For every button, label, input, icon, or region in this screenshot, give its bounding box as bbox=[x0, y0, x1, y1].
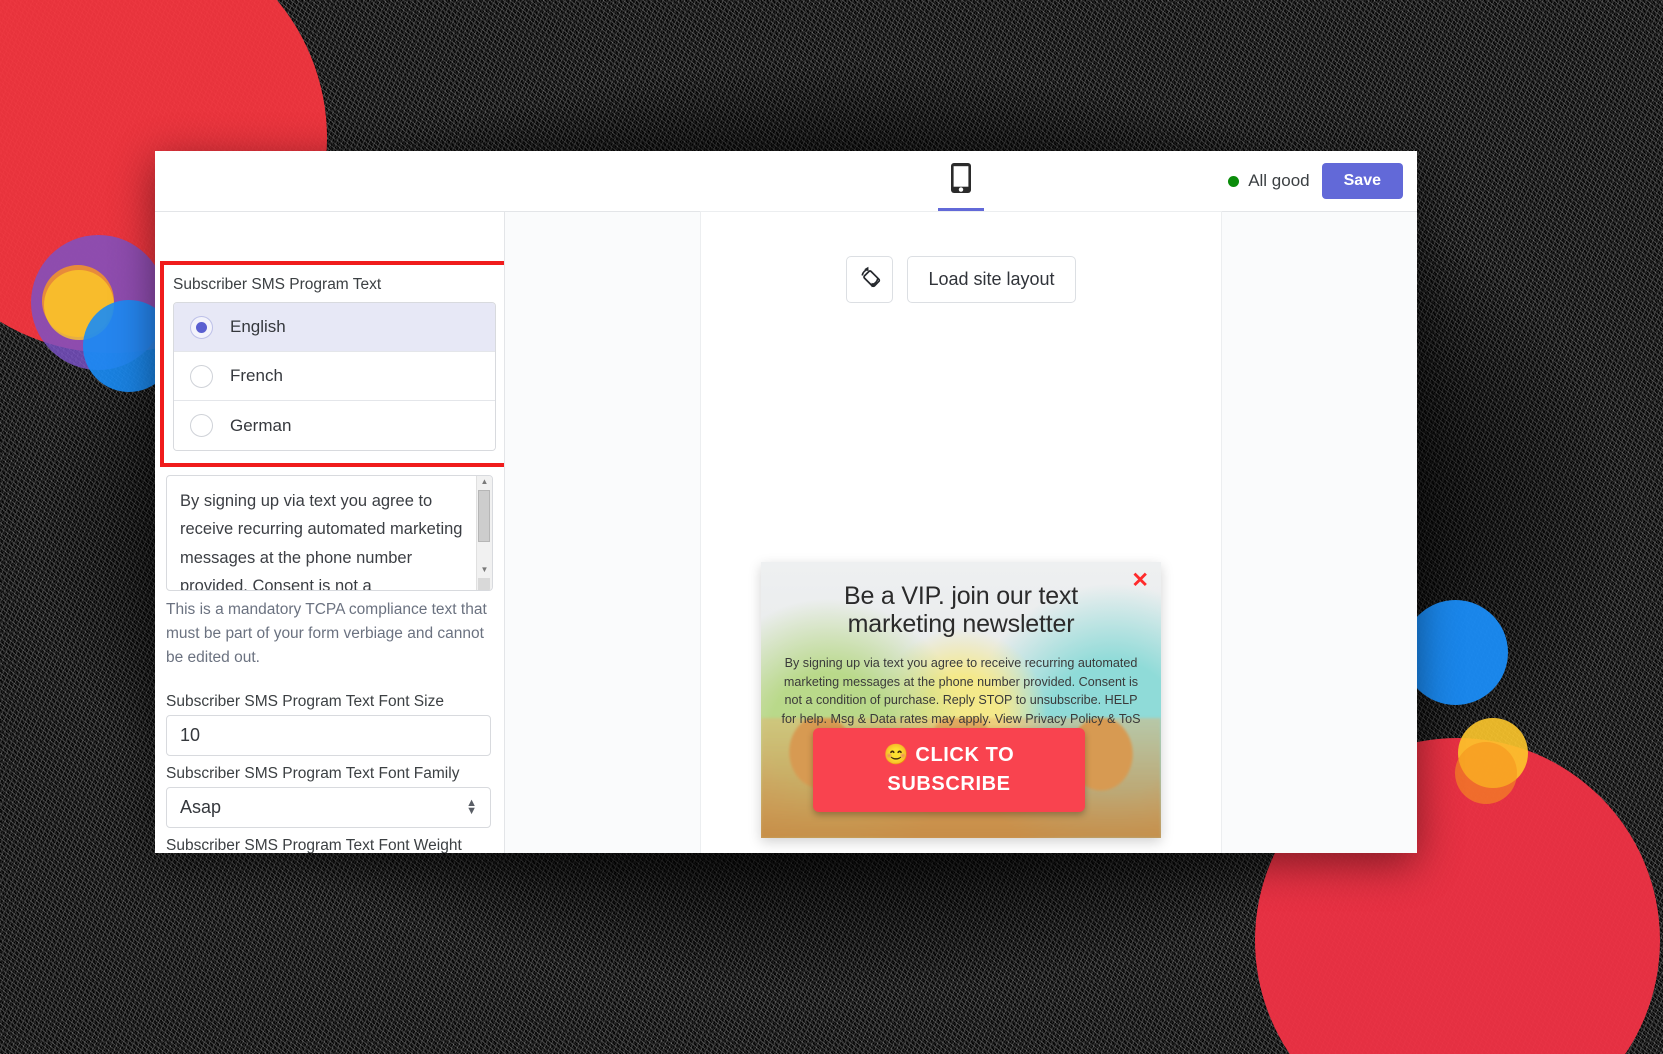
radio-option-german[interactable]: German bbox=[174, 401, 495, 451]
decorative-circle-orange-bottom-right bbox=[1455, 742, 1517, 804]
load-site-layout-button[interactable]: Load site layout bbox=[907, 256, 1076, 303]
font-family-select[interactable]: Asap ▲ ▼ bbox=[166, 787, 491, 828]
font-family-label: Subscriber SMS Program Text Font Family bbox=[166, 765, 460, 782]
language-selector-group: Subscriber SMS Program Text English Fren… bbox=[160, 261, 504, 468]
scroll-up-arrow-icon[interactable]: ▲ bbox=[481, 476, 489, 488]
radio-label-french: French bbox=[230, 366, 283, 386]
status-badge: All good bbox=[1228, 171, 1310, 191]
decorative-circle-blue-bottom-right bbox=[1403, 600, 1508, 705]
font-weight-label: Subscriber SMS Program Text Font Weight bbox=[166, 837, 462, 853]
language-group-label: Subscriber SMS Program Text bbox=[173, 276, 382, 293]
tcpa-textarea-value: By signing up via text you agree to rece… bbox=[180, 492, 463, 590]
scroll-down-arrow-icon[interactable]: ▼ bbox=[481, 564, 489, 576]
radio-label-german: German bbox=[230, 415, 292, 435]
radio-icon-english[interactable] bbox=[190, 315, 213, 339]
settings-sidebar: Subscriber SMS Program Text English Fren… bbox=[155, 212, 505, 853]
stepper-arrows-icon[interactable]: ▲ ▼ bbox=[466, 797, 477, 816]
radio-label-english: English bbox=[230, 317, 286, 337]
radio-icon-german[interactable] bbox=[190, 414, 213, 438]
smiley-icon: 😊 bbox=[883, 744, 910, 766]
layout-toolbar: Load site layout bbox=[701, 256, 1221, 303]
popup-cta-line-2: SUBSCRIBE bbox=[887, 773, 1011, 795]
toolbar-right-section: All good Save bbox=[505, 151, 1417, 211]
tcpa-help-text: This is a mandatory TCPA compliance text… bbox=[166, 601, 487, 667]
font-size-label: Subscriber SMS Program Text Font Size bbox=[166, 693, 444, 710]
rotate-device-button[interactable] bbox=[846, 256, 894, 303]
resize-grip-icon[interactable] bbox=[478, 578, 490, 590]
popup-cta-text-1: CLICK TO bbox=[915, 744, 1015, 766]
popup-terms-text: By signing up via text you agree to rece… bbox=[781, 656, 1141, 726]
scrollbar-thumb[interactable] bbox=[478, 490, 490, 542]
rotate-device-icon bbox=[858, 265, 882, 294]
popup-cta-line-1: 😊 CLICK TO bbox=[884, 741, 1015, 770]
radio-option-english[interactable]: English bbox=[174, 303, 495, 353]
status-dot-icon bbox=[1228, 175, 1240, 187]
window-body: Subscriber SMS Program Text English Fren… bbox=[155, 212, 1417, 853]
tcpa-textarea[interactable]: By signing up via text you agree to rece… bbox=[166, 475, 493, 591]
language-radio-list: English French German bbox=[173, 302, 496, 452]
tab-mobile-preview[interactable] bbox=[938, 153, 984, 211]
save-button[interactable]: Save bbox=[1321, 163, 1403, 199]
font-size-input[interactable] bbox=[166, 715, 491, 756]
toolbar-left-spacer bbox=[155, 151, 505, 211]
status-and-save-group: All good Save bbox=[1228, 163, 1403, 199]
newsletter-popup-preview: ✕ Be a VIP. join our text marketing news… bbox=[761, 562, 1161, 838]
radio-icon-french[interactable] bbox=[190, 364, 213, 388]
mobile-phone-icon bbox=[950, 162, 972, 199]
status-label: All good bbox=[1248, 171, 1310, 190]
app-window: All good Save Subscriber SMS Program Tex… bbox=[155, 151, 1417, 853]
preview-page: Load site layout ✕ Be a VIP. join our te… bbox=[701, 212, 1221, 853]
popup-headline: Be a VIP. join our text marketing newsle… bbox=[844, 582, 1078, 638]
font-family-value: Asap bbox=[180, 797, 222, 817]
popup-subscribe-button[interactable]: 😊 CLICK TO SUBSCRIBE bbox=[813, 728, 1085, 812]
radio-option-french[interactable]: French bbox=[174, 352, 495, 402]
top-toolbar: All good Save bbox=[155, 151, 1417, 212]
preview-canvas: Load site layout ✕ Be a VIP. join our te… bbox=[505, 212, 1417, 853]
tcpa-textarea-scrollbar[interactable]: ▲ ▼ bbox=[476, 476, 492, 590]
